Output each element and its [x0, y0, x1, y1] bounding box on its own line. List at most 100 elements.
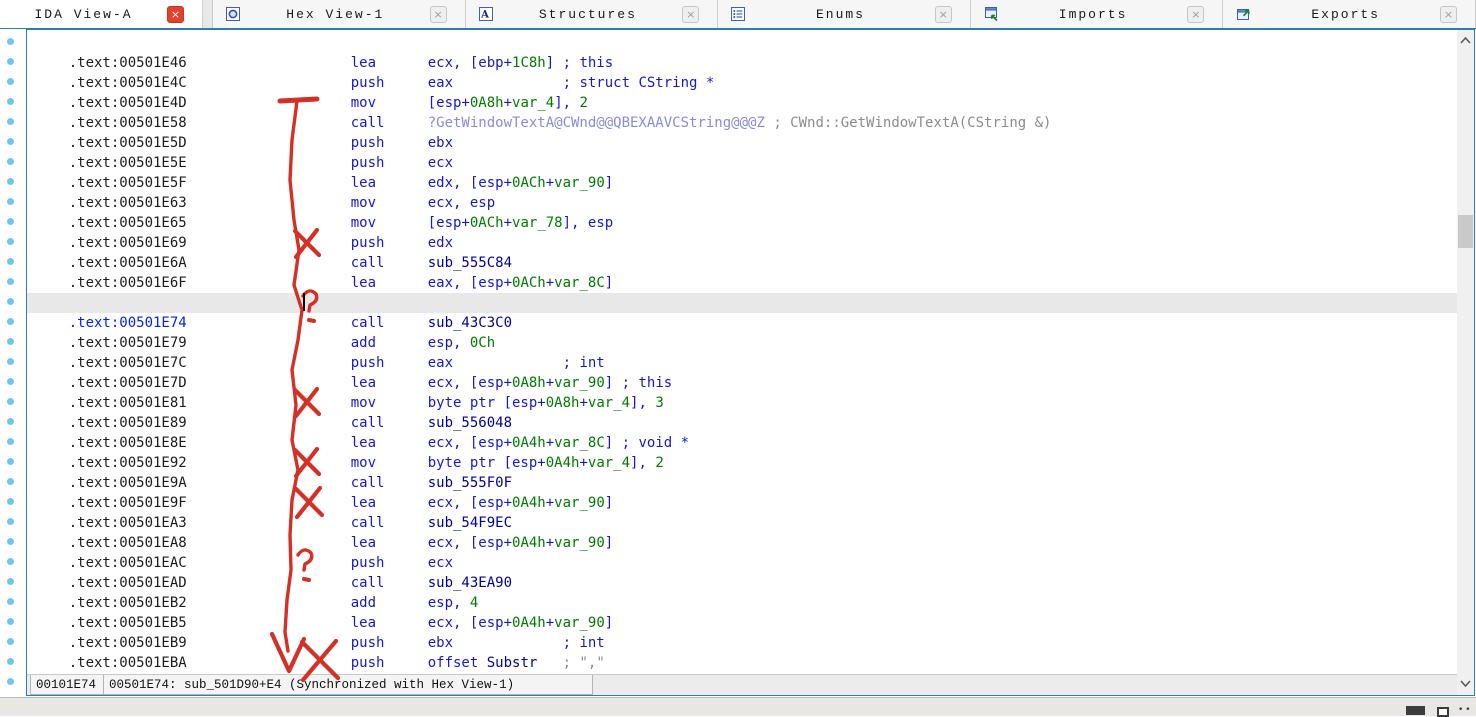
tab-hex-view-1[interactable]: Hex View-1 × [213, 0, 466, 28]
disassembly-listing[interactable]: .text:00501E46leaecx, [ebp+1C8h] ; this … [27, 33, 1457, 675]
margin-dot [7, 278, 14, 285]
close-icon[interactable]: × [1187, 6, 1204, 23]
tab-separator [203, 0, 213, 28]
scrollbar-up-arrow-icon[interactable] [1457, 32, 1474, 49]
tab-enums[interactable]: Enums × [718, 0, 971, 28]
margin-dot [7, 638, 14, 645]
disassembly-line[interactable]: .text:00501E9Fleaecx, [esp+0A4h+var_90] [27, 473, 1457, 493]
margin-dot [7, 238, 14, 245]
margin-dot [7, 578, 14, 585]
margin-dot [7, 678, 14, 685]
disassembly-line[interactable]: .text:00501E8Eleaecx, [esp+0A4h+var_8C] … [27, 413, 1457, 433]
disassembly-line[interactable]: .text:00501E74callsub_43C3C0 [27, 293, 1457, 313]
margin-dot [7, 158, 14, 165]
disassembly-line[interactable]: .text:00501E58call?GetWindowTextA@CWnd@@… [27, 93, 1457, 113]
tab-bar: IDA View-A × Hex View-1 × A Structures ×… [0, 0, 1476, 28]
close-icon[interactable]: × [1440, 6, 1457, 23]
disassembly-line[interactable]: .text:00501E89callsub_556048 [27, 393, 1457, 413]
hex-view-icon [225, 6, 241, 22]
margin-dot [7, 198, 14, 205]
status-location-cell: 00501E74: sub_501D90+E4 (Synchronized wi… [104, 675, 593, 695]
disassembly-line[interactable]: .text:00501E5Epushecx [27, 133, 1457, 153]
margin-dot [7, 598, 14, 605]
disassembly-line[interactable]: .text:00501E9Acallsub_555F0F [27, 453, 1457, 473]
margin-dot [7, 178, 14, 185]
status-address-cell: 00101E74 [30, 675, 104, 695]
tab-label: Hex View-1 [241, 7, 430, 22]
tab-exports[interactable]: Exports × [1223, 0, 1476, 28]
disassembly-line[interactable]: .text:00501EB2addesp, 4 [27, 573, 1457, 593]
disassembly-line[interactable]: .text:00501E81movbyte ptr [esp+0A8h+var_… [27, 373, 1457, 393]
disassembly-line[interactable]: .text:00501E5Dpushebx [27, 113, 1457, 133]
disassembly-line[interactable]: .text:00501E79addesp, 0Ch [27, 313, 1457, 333]
margin-dot [7, 138, 14, 145]
tab-structures[interactable]: A Structures × [466, 0, 719, 28]
disassembly-line[interactable]: .text:00501EBApushoffset Substr ; "," [27, 633, 1457, 653]
disassembly-line[interactable]: .text:00501E5Fleaedx, [esp+0ACh+var_90] [27, 153, 1457, 173]
disassembly-line[interactable]: .text:00501EADcallsub_43EA90 [27, 553, 1457, 573]
disassembly-line[interactable]: .text:00501E6Acallsub_555C84 [27, 233, 1457, 253]
tab-label: Structures [494, 7, 683, 22]
disassembly-line[interactable]: .text:00501E69pushedx [27, 213, 1457, 233]
imports-icon [983, 6, 999, 22]
tab-label: Enums [746, 7, 935, 22]
disassembly-line[interactable]: .text:00501EBFcallsub_54F975 [27, 653, 1457, 673]
taskbar-partial-icon: •• [1458, 705, 1473, 715]
disassembly-line[interactable]: .text:00501E73pusheax [27, 273, 1457, 293]
margin-dot [7, 438, 14, 445]
tab-label: IDA View-A [0, 7, 167, 22]
disassembly-panel: .text:00501E46leaecx, [ebp+1C8h] ; this … [26, 29, 1475, 696]
margin-dot [7, 398, 14, 405]
margin-dot [7, 418, 14, 425]
margin-dot [7, 318, 14, 325]
margin-dot [7, 498, 14, 505]
margin-dot [7, 478, 14, 485]
margin-dot [7, 258, 14, 265]
taskbar-partial-icon [1406, 706, 1425, 715]
disassembly-line[interactable]: .text:00501E7Cpusheax ; int [27, 333, 1457, 353]
taskbar-partial-icon [1437, 707, 1449, 717]
disassembly-line[interactable]: .text:00501EB5leaecx, [esp+0A4h+var_90] [27, 593, 1457, 613]
disassembly-line[interactable]: .text:00501EA3callsub_54F9EC [27, 493, 1457, 513]
disassembly-line[interactable]: .text:00501E46leaecx, [ebp+1C8h] ; this [27, 33, 1457, 53]
margin-dot [7, 518, 14, 525]
margin-dot [7, 458, 14, 465]
margin-dot [7, 58, 14, 65]
close-icon[interactable]: × [167, 6, 184, 23]
close-icon[interactable]: × [682, 6, 699, 23]
margin-dot [7, 298, 14, 305]
tab-imports[interactable]: Imports × [971, 0, 1224, 28]
margin-dot [7, 358, 14, 365]
disassembly-line[interactable]: .text:00501EACpushecx [27, 533, 1457, 553]
svg-text:A: A [480, 10, 491, 21]
close-icon[interactable]: × [430, 6, 447, 23]
disassembly-line[interactable]: .text:00501E4Dmov[esp+0A8h+var_4], 2 [27, 73, 1457, 93]
disassembly-line[interactable]: .text:00501E63movecx, esp [27, 173, 1457, 193]
margin-dot [7, 218, 14, 225]
tab-label: Exports [1251, 7, 1440, 22]
margin-dot [7, 618, 14, 625]
margin-dot [7, 338, 14, 345]
disassembly-line[interactable]: .text:00501EA8leaecx, [esp+0A4h+var_90] [27, 513, 1457, 533]
disassembly-line[interactable]: .text:00501E4Cpusheax ; struct CString * [27, 53, 1457, 73]
disassembly-line[interactable]: .text:00501EB9pushebx ; int [27, 613, 1457, 633]
margin-dot [7, 38, 14, 45]
text-caret [303, 293, 305, 311]
vertical-scrollbar[interactable] [1457, 30, 1474, 695]
disassembly-line[interactable]: .text:00501E92movbyte ptr [esp+0A4h+var_… [27, 433, 1457, 453]
margin-dot [7, 538, 14, 545]
tab-ida-view-a[interactable]: IDA View-A × [0, 0, 203, 28]
exports-icon [1235, 6, 1251, 22]
margin-dot [7, 658, 14, 665]
close-icon[interactable]: × [935, 6, 952, 23]
disassembly-line[interactable]: .text:00501E65mov[esp+0ACh+var_78], esp [27, 193, 1457, 213]
scrollbar-down-arrow-icon[interactable] [1457, 675, 1474, 692]
disassembly-line[interactable]: .text:00501E6Fleaeax, [esp+0ACh+var_8C] [27, 253, 1457, 273]
margin-dot [7, 98, 14, 105]
margin-dot [7, 118, 14, 125]
scrollbar-thumb[interactable] [1458, 215, 1473, 248]
disassembly-line[interactable]: .text:00501E7Dleaecx, [esp+0A8h+var_90] … [27, 353, 1457, 373]
bottom-strip: •• [0, 697, 1476, 716]
margin-dots-column [0, 29, 26, 697]
margin-dot [7, 378, 14, 385]
